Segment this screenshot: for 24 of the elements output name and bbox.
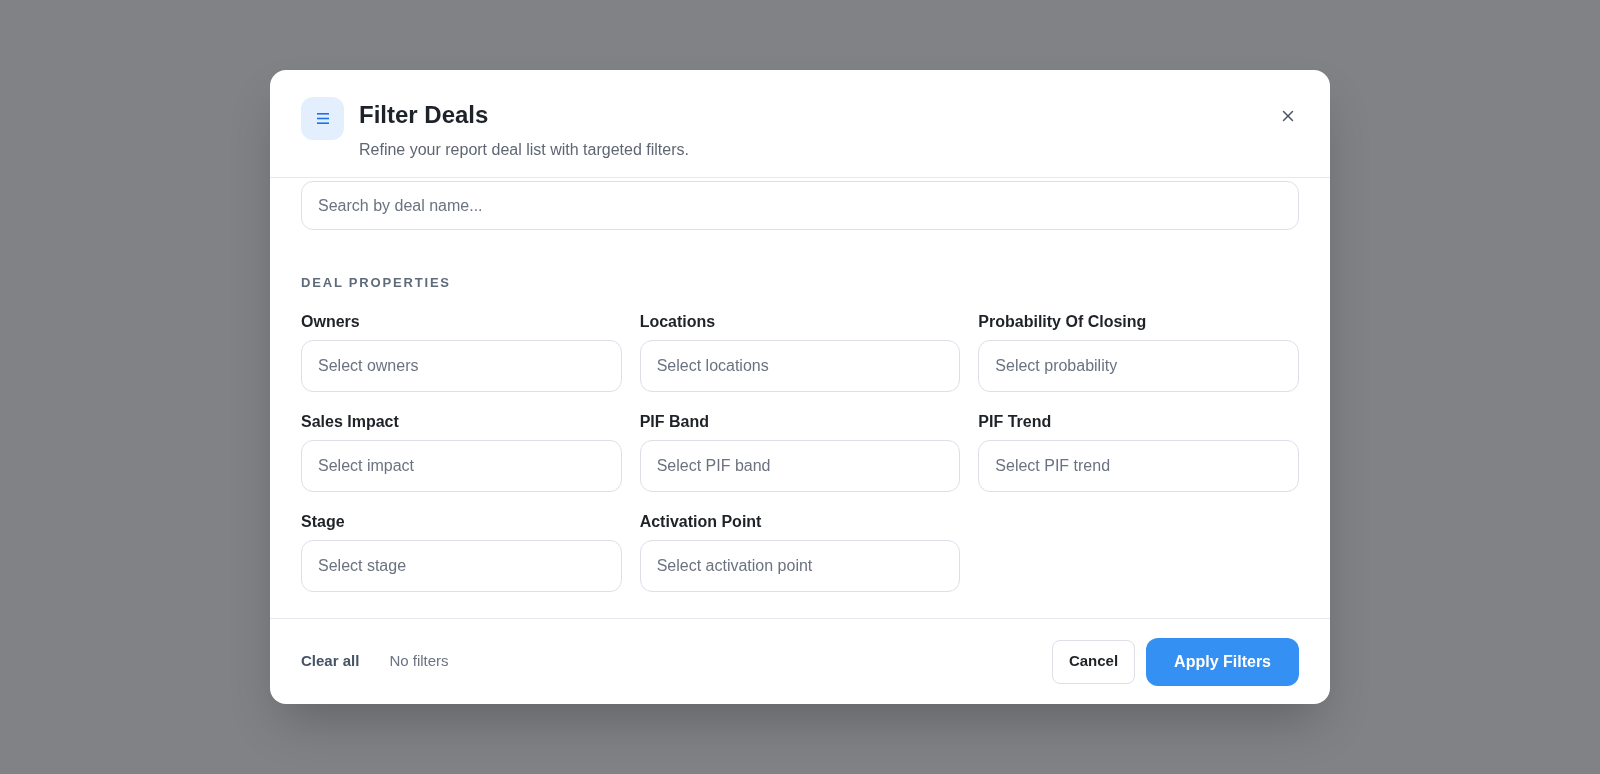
search-field[interactable]: Search by deal name... [301, 181, 1299, 230]
field-label: Owners [301, 312, 361, 332]
cancel-button[interactable]: Cancel [1051, 639, 1136, 684]
select-field[interactable]: Select PIF band [639, 440, 961, 492]
field-label: Stage [301, 512, 346, 532]
menu-icon [301, 97, 344, 140]
clear-all-link[interactable]: Clear all [301, 650, 360, 673]
dialog-subtitle: Refine your report deal list with targeted filters. [359, 140, 689, 160]
field-label: Locations [639, 312, 717, 332]
field-label: PIF Band [639, 412, 710, 432]
section-heading: DEAL PROPERTIES [301, 275, 452, 291]
field-label: Activation Point [639, 512, 763, 532]
field-label: Sales Impact [301, 412, 400, 432]
select-field[interactable]: Select impact [301, 440, 622, 492]
select-field[interactable]: Select PIF trend [978, 440, 1299, 492]
select-field[interactable]: Select activation point [639, 540, 961, 592]
dialog-title: Filter Deals [359, 100, 490, 130]
field-label: Probability Of Closing [978, 312, 1148, 332]
select-field[interactable]: Select owners [301, 340, 622, 392]
field-label: PIF Trend [978, 412, 1053, 432]
filter-status: No filters [389, 651, 449, 672]
select-field[interactable]: Select stage [301, 540, 622, 592]
select-field[interactable]: Select locations [639, 340, 961, 392]
select-field[interactable]: Select probability [978, 340, 1299, 392]
